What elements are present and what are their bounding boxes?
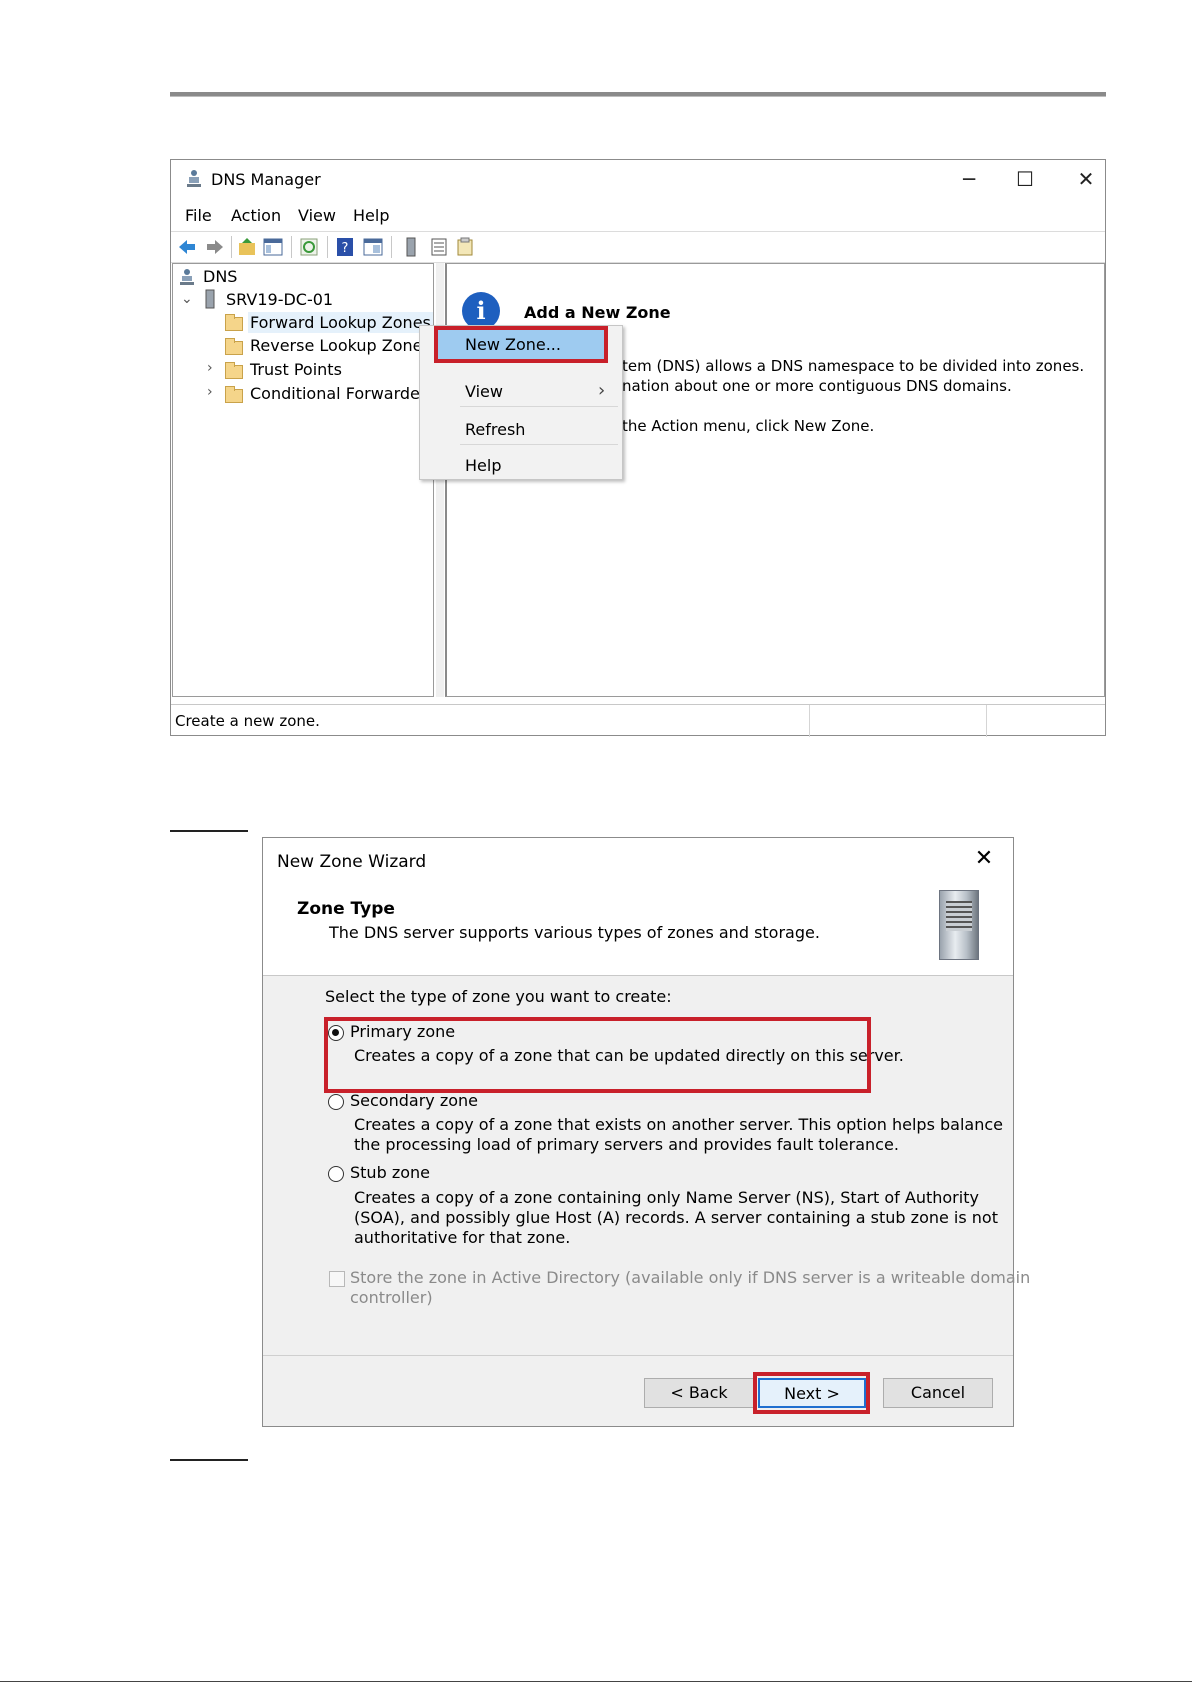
- toolbar-separator: [291, 236, 292, 258]
- maximize-button[interactable]: ☐: [998, 164, 1052, 194]
- window-title: DNS Manager: [211, 170, 321, 189]
- cancel-button[interactable]: Cancel: [883, 1378, 993, 1408]
- list-icon[interactable]: [429, 237, 449, 257]
- option-label-secondary[interactable]: Secondary zone: [350, 1091, 478, 1110]
- wizard-subheading: The DNS server supports various types of…: [329, 923, 820, 942]
- tree-item-reverse-lookup-zones[interactable]: Reverse Lookup Zones: [250, 336, 431, 355]
- option-desc-secondary: the processing load of primary servers a…: [354, 1135, 899, 1154]
- properties-icon[interactable]: [363, 237, 383, 257]
- status-text: Create a new zone.: [175, 712, 320, 730]
- pane-text-line: nation about one or more contiguous DNS …: [622, 377, 1012, 395]
- radio-stub-zone[interactable]: [328, 1166, 344, 1182]
- dns-root-icon: [180, 269, 194, 285]
- new-zone-wizard-dialog: New Zone Wizard ✕ Zone Type The DNS serv…: [262, 837, 1030, 1427]
- chevron-right-icon[interactable]: ›: [207, 360, 213, 376]
- pane-text-line: tem (DNS) allows a DNS namespace to be d…: [622, 357, 1085, 375]
- minimize-button[interactable]: ─: [942, 164, 996, 194]
- export-list-icon[interactable]: [455, 237, 475, 257]
- menu-action[interactable]: Action: [231, 206, 281, 225]
- status-divider: [809, 705, 810, 737]
- option-desc-stub: (SOA), and possibly glue Host (A) record…: [354, 1208, 998, 1227]
- folder-icon: [225, 386, 243, 403]
- menu-separator: [460, 406, 618, 407]
- chevron-right-icon[interactable]: ›: [207, 384, 213, 400]
- page-rule-top: [170, 92, 1106, 97]
- menu-item-help-label: Help: [465, 456, 502, 475]
- store-in-ad-label: controller): [350, 1288, 433, 1307]
- server-icon[interactable]: [401, 237, 421, 257]
- close-icon[interactable]: ✕: [969, 846, 999, 871]
- menu-view[interactable]: View: [298, 206, 336, 225]
- radio-secondary-zone[interactable]: [328, 1094, 344, 1110]
- highlight-box-primary-zone: [324, 1017, 871, 1093]
- option-desc-stub: Creates a copy of a zone containing only…: [354, 1188, 979, 1207]
- page-rule-bottom: [0, 1681, 1192, 1682]
- chevron-down-icon[interactable]: ⌄: [181, 291, 193, 307]
- status-bar: Create a new zone.: [171, 704, 1105, 737]
- folder-icon: [225, 338, 243, 355]
- option-desc-stub: authoritative for that zone.: [354, 1228, 571, 1247]
- chevron-right-icon: ›: [598, 380, 606, 401]
- store-in-ad-label: Store the zone in Active Directory (avai…: [350, 1268, 1031, 1287]
- svg-text:?: ?: [342, 241, 349, 256]
- menu-item-refresh[interactable]: Refresh: [420, 414, 622, 444]
- highlight-box-next-button: [753, 1372, 870, 1414]
- page-rule-short: [170, 830, 248, 832]
- back-arrow-icon[interactable]: [177, 237, 197, 257]
- back-button[interactable]: < Back: [644, 1378, 754, 1408]
- dns-manager-window: DNS Manager ─ ☐ ✕ File Action View Help …: [170, 159, 1106, 737]
- menu-item-refresh-label: Refresh: [465, 420, 526, 439]
- page-rule-short: [170, 1459, 248, 1461]
- show-hide-tree-icon[interactable]: [263, 237, 283, 257]
- close-button[interactable]: ✕: [1059, 164, 1113, 194]
- menu-separator: [460, 444, 618, 445]
- toolbar: ?: [171, 231, 1105, 263]
- tree-item-server[interactable]: SRV19-DC-01: [226, 290, 333, 309]
- menu-item-view[interactable]: View ›: [420, 376, 622, 406]
- tree-item-forward-lookup-zones[interactable]: Forward Lookup Zones: [248, 312, 433, 333]
- refresh-icon[interactable]: [299, 237, 319, 257]
- menu-item-view-label: View: [465, 382, 503, 401]
- wizard-footer-separator: [263, 1355, 1013, 1356]
- toolbar-separator: [327, 236, 328, 258]
- wizard-title: New Zone Wizard: [277, 852, 427, 872]
- menu-item-help[interactable]: Help: [420, 450, 622, 480]
- forward-arrow-icon[interactable]: [205, 237, 225, 257]
- pane-heading: Add a New Zone: [524, 303, 671, 322]
- dns-app-icon: [187, 170, 201, 187]
- option-label-stub[interactable]: Stub zone: [350, 1163, 430, 1182]
- folder-icon: [225, 362, 243, 379]
- menu-file[interactable]: File: [185, 206, 212, 225]
- help-icon[interactable]: ?: [335, 237, 355, 257]
- folder-icon: [225, 314, 243, 331]
- menu-help[interactable]: Help: [353, 206, 389, 225]
- option-desc-secondary: Creates a copy of a zone that exists on …: [354, 1115, 1003, 1134]
- wizard-header: New Zone Wizard ✕ Zone Type The DNS serv…: [263, 838, 1013, 976]
- title-bar: DNS Manager ─ ☐ ✕: [171, 160, 1105, 200]
- toolbar-separator: [391, 236, 392, 258]
- status-divider: [986, 705, 987, 737]
- console-tree: DNS ⌄ SRV19-DC-01 Forward Lookup Zones R…: [172, 263, 435, 697]
- tree-item-trust-points[interactable]: Trust Points: [250, 360, 342, 379]
- server-icon: [939, 890, 979, 960]
- highlight-box-new-zone: [434, 326, 608, 363]
- zone-type-prompt: Select the type of zone you want to crea…: [325, 987, 672, 1006]
- pane-text-line: the Action menu, click New Zone.: [622, 417, 875, 435]
- wizard-heading: Zone Type: [297, 899, 395, 919]
- tree-item-dns[interactable]: DNS: [203, 267, 237, 286]
- toolbar-separator: [231, 236, 232, 258]
- store-in-ad-checkbox: [329, 1271, 345, 1287]
- menu-bar: File Action View Help: [171, 202, 1105, 228]
- server-icon: [205, 289, 215, 309]
- tree-item-conditional-forwarders[interactable]: Conditional Forwarders: [250, 384, 435, 403]
- up-folder-icon[interactable]: [237, 237, 257, 257]
